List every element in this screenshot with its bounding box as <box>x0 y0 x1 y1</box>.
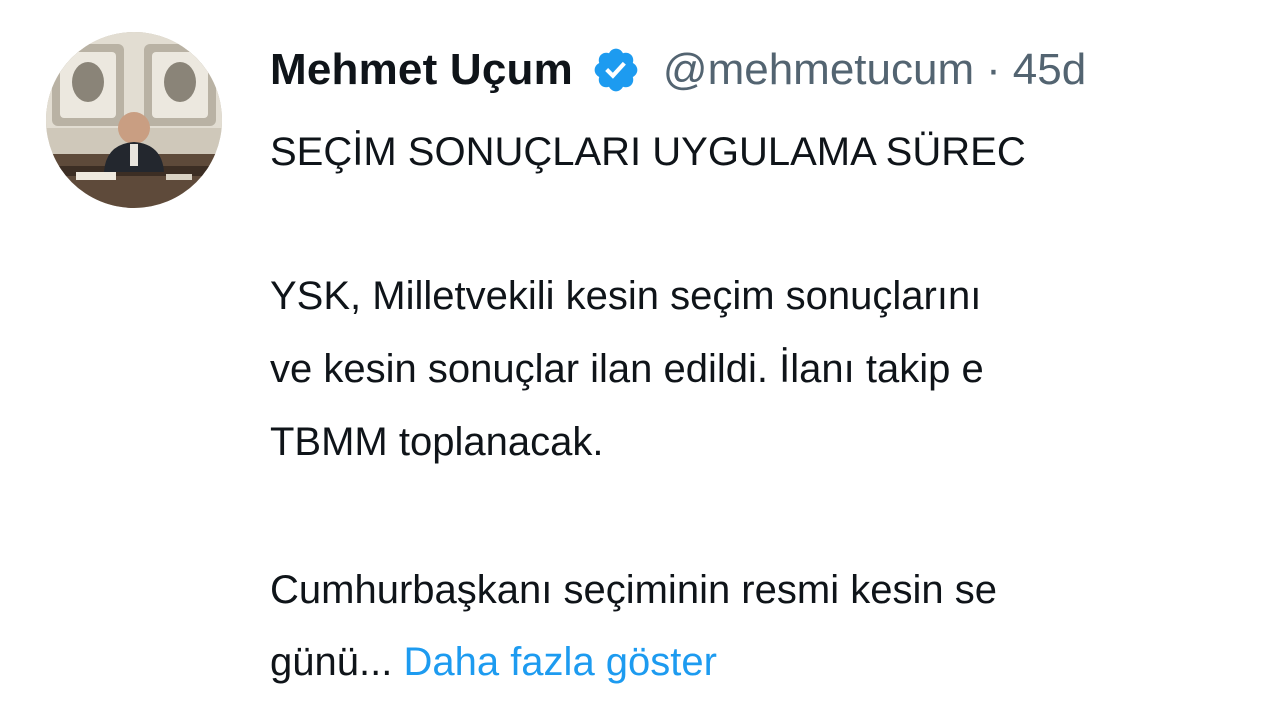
display-name[interactable]: Mehmet Uçum <box>270 45 573 95</box>
separator-dot: · <box>986 45 1001 94</box>
tweet-text-line-1: SEÇİM SONUÇLARI UYGULAMA SÜREC <box>270 130 1026 174</box>
show-more-link[interactable]: Daha fazla göster <box>403 640 717 684</box>
tweet-timestamp[interactable]: 45d <box>1013 45 1086 95</box>
user-handle[interactable]: @mehmetucum <box>663 45 974 95</box>
verified-badge-icon[interactable] <box>591 45 641 95</box>
tweet-text-line-4: TBMM toplanacak. <box>270 420 604 464</box>
tweet-text-line-5: Cumhurbaşkanı seçiminin resmi kesin se <box>270 568 997 612</box>
tweet-text-line-3: ve kesin sonuçlar ilan edildi. İlanı tak… <box>270 347 984 391</box>
tweet-text-line-6: günü... Daha fazla göster <box>270 638 717 686</box>
tweet-text-line-2: YSK, Milletvekili kesin seçim sonuçların… <box>270 274 982 318</box>
tweet-text-truncated: günü... <box>270 640 393 684</box>
tweet-header: Mehmet Uçum @mehmetucum · 45d <box>270 38 1086 102</box>
tweet-card[interactable]: Mehmet Uçum @mehmetucum · 45d SEÇİM SONU… <box>0 0 1280 720</box>
avatar[interactable] <box>46 32 222 208</box>
avatar-photo <box>46 32 222 208</box>
